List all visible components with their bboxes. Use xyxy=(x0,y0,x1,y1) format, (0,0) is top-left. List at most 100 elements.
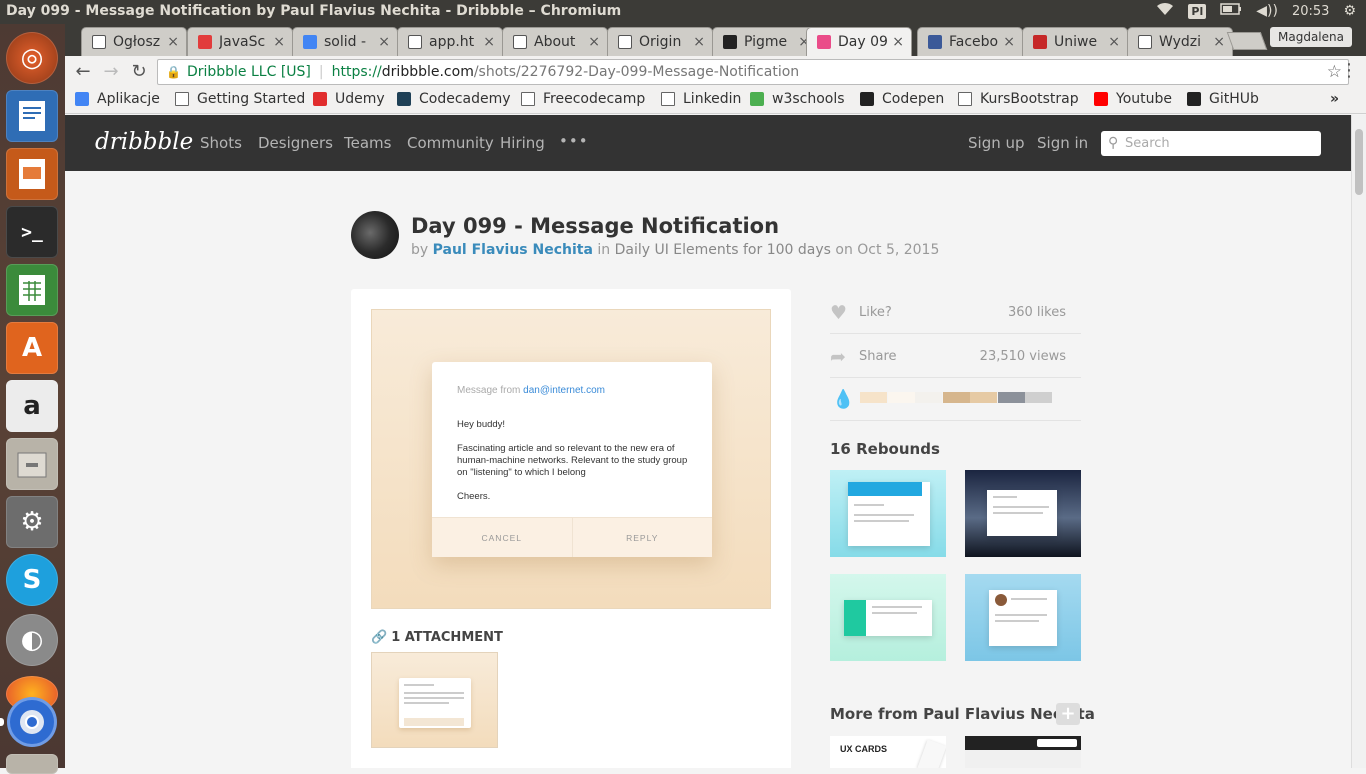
color-swatch[interactable] xyxy=(887,392,915,403)
rebound-thumbnail[interactable] xyxy=(965,470,1081,557)
browser-tab[interactable]: Wydzi × xyxy=(1127,27,1233,56)
browser-tab[interactable]: Pigme × xyxy=(712,27,818,56)
url-separator: | xyxy=(318,64,324,80)
address-bar[interactable]: 🔒 Dribbble LLC [US] | https://dribbble.c… xyxy=(157,59,1349,85)
message-signoff: Cheers. xyxy=(457,491,491,502)
browser-tab[interactable]: Ogłosz × xyxy=(81,27,187,56)
page-icon xyxy=(513,35,527,49)
author-avatar[interactable] xyxy=(351,211,399,259)
ubuntu-dash-icon[interactable]: ◎ xyxy=(6,32,58,84)
tab-close-icon[interactable]: × xyxy=(167,34,179,50)
profile-button[interactable]: Magdalena xyxy=(1270,27,1352,47)
share-label[interactable]: Share xyxy=(859,349,897,364)
bookmark-item[interactable]: Freecodecamp xyxy=(521,91,645,107)
color-swatch[interactable] xyxy=(915,392,942,403)
browser-tab[interactable]: Day 09 × xyxy=(806,27,912,56)
bookmark-item[interactable]: Udemy xyxy=(313,91,385,107)
shot-image[interactable]: Message from dan@internet.com Hey buddy!… xyxy=(371,309,771,609)
browser-tab[interactable]: Uniwe × xyxy=(1022,27,1128,56)
terminal-icon[interactable]: >_ xyxy=(6,206,58,258)
browser-tab[interactable]: Facebo × xyxy=(917,27,1023,56)
browser-menu-icon[interactable]: ⋮ xyxy=(1340,60,1358,81)
skype-icon[interactable]: S xyxy=(6,554,58,606)
browser-tab[interactable]: Origin × xyxy=(607,27,713,56)
bookmark-item[interactable]: Getting Started xyxy=(175,91,305,107)
tab-close-icon[interactable]: × xyxy=(892,34,904,50)
more-shot-thumbnail[interactable] xyxy=(965,736,1081,768)
rebound-card xyxy=(848,482,930,546)
back-arrow-icon[interactable]: ← xyxy=(70,60,96,84)
page-scrollbar[interactable] xyxy=(1351,115,1366,768)
tab-close-icon[interactable]: × xyxy=(588,34,600,50)
sign-in-link[interactable]: Sign in xyxy=(1037,134,1088,152)
bookmarks-overflow-button[interactable]: » xyxy=(1330,91,1339,107)
author-link[interactable]: Paul Flavius Nechita xyxy=(433,242,593,258)
bookmark-item[interactable]: KursBootstrap xyxy=(958,91,1079,107)
browser-tab[interactable]: JavaSc × xyxy=(187,27,293,56)
bookmark-item[interactable]: GitHUb xyxy=(1187,91,1259,107)
share-row[interactable]: ➦ Share 23,510 views xyxy=(830,334,1081,378)
browser-tab[interactable]: About × xyxy=(502,27,608,56)
rebound-thumbnail[interactable] xyxy=(830,574,946,661)
volume-icon[interactable]: ◀)) xyxy=(1256,3,1278,19)
file-manager-icon[interactable] xyxy=(6,438,58,490)
wifi-icon[interactable] xyxy=(1156,2,1174,20)
disk-usage-icon[interactable]: ◐ xyxy=(6,614,58,666)
libreoffice-impress-icon[interactable] xyxy=(6,148,58,200)
bookmark-item[interactable]: Codepen xyxy=(860,91,944,107)
libreoffice-writer-icon[interactable] xyxy=(6,90,58,142)
like-label[interactable]: Like? xyxy=(859,305,892,320)
browser-tab[interactable]: solid - × xyxy=(292,27,398,56)
nav-community[interactable]: Community xyxy=(407,134,494,152)
rebound-thumbnail[interactable] xyxy=(965,574,1081,661)
tab-close-icon[interactable]: × xyxy=(1003,34,1015,50)
tab-close-icon[interactable]: × xyxy=(273,34,285,50)
bookmark-item[interactable]: Aplikacje xyxy=(75,91,160,107)
battery-icon[interactable] xyxy=(1220,3,1242,19)
scrollbar-thumb[interactable] xyxy=(1355,129,1363,195)
nav-more-icon[interactable]: ••• xyxy=(559,132,589,150)
settings-gear-icon[interactable]: ⚙ xyxy=(1343,3,1356,19)
likes-count: 360 likes xyxy=(1007,305,1066,320)
clock[interactable]: 20:53 xyxy=(1292,4,1329,19)
more-shot-thumbnail[interactable]: UX CARDS xyxy=(830,736,946,768)
libreoffice-calc-icon[interactable] xyxy=(6,264,58,316)
bookmark-item[interactable]: Codecademy xyxy=(397,91,511,107)
tab-close-icon[interactable]: × xyxy=(1108,34,1120,50)
system-settings-icon[interactable]: ⚙ xyxy=(6,496,58,548)
bookmark-item[interactable]: Linkedin xyxy=(661,91,741,107)
nav-shots[interactable]: Shots xyxy=(200,134,242,152)
bookmark-item[interactable]: Youtube xyxy=(1094,91,1172,107)
color-swatch[interactable] xyxy=(860,392,887,403)
browser-tab[interactable]: app.ht × xyxy=(397,27,503,56)
nav-designers[interactable]: Designers xyxy=(258,134,333,152)
color-swatch[interactable] xyxy=(942,392,970,403)
attachment-thumbnail[interactable] xyxy=(371,652,498,748)
search-input[interactable]: ⚲ Search xyxy=(1101,131,1321,156)
color-swatch[interactable] xyxy=(970,392,997,403)
chromium-icon[interactable] xyxy=(10,700,54,744)
files-icon[interactable] xyxy=(6,754,58,774)
collection-link[interactable]: Daily UI Elements for 100 days xyxy=(615,242,831,258)
dribbble-logo[interactable]: dribbble xyxy=(95,129,193,155)
rebound-thumbnail[interactable] xyxy=(830,470,946,557)
message-from-prefix: Message from xyxy=(457,385,521,396)
bookmark-item[interactable]: w3schools xyxy=(750,91,845,107)
software-center-icon[interactable]: A xyxy=(6,322,58,374)
tab-close-icon[interactable]: × xyxy=(1213,34,1225,50)
new-tab-button[interactable] xyxy=(1226,32,1268,50)
amazon-icon[interactable]: a xyxy=(6,380,58,432)
color-swatch[interactable] xyxy=(1025,392,1052,403)
reload-icon[interactable]: ↻ xyxy=(126,60,152,84)
color-swatch[interactable] xyxy=(997,392,1025,403)
nav-hiring[interactable]: Hiring xyxy=(500,134,545,152)
tab-close-icon[interactable]: × xyxy=(483,34,495,50)
tab-close-icon[interactable]: × xyxy=(693,34,705,50)
keyboard-layout-indicator[interactable]: Pl xyxy=(1188,3,1207,19)
like-row[interactable]: ♥ Like? 360 likes xyxy=(830,290,1081,334)
sign-up-link[interactable]: Sign up xyxy=(968,134,1025,152)
nav-teams[interactable]: Teams xyxy=(344,134,391,152)
forward-arrow-icon[interactable]: → xyxy=(98,60,124,84)
more-from-plus-button[interactable]: + xyxy=(1056,703,1080,725)
tab-close-icon[interactable]: × xyxy=(378,34,390,50)
